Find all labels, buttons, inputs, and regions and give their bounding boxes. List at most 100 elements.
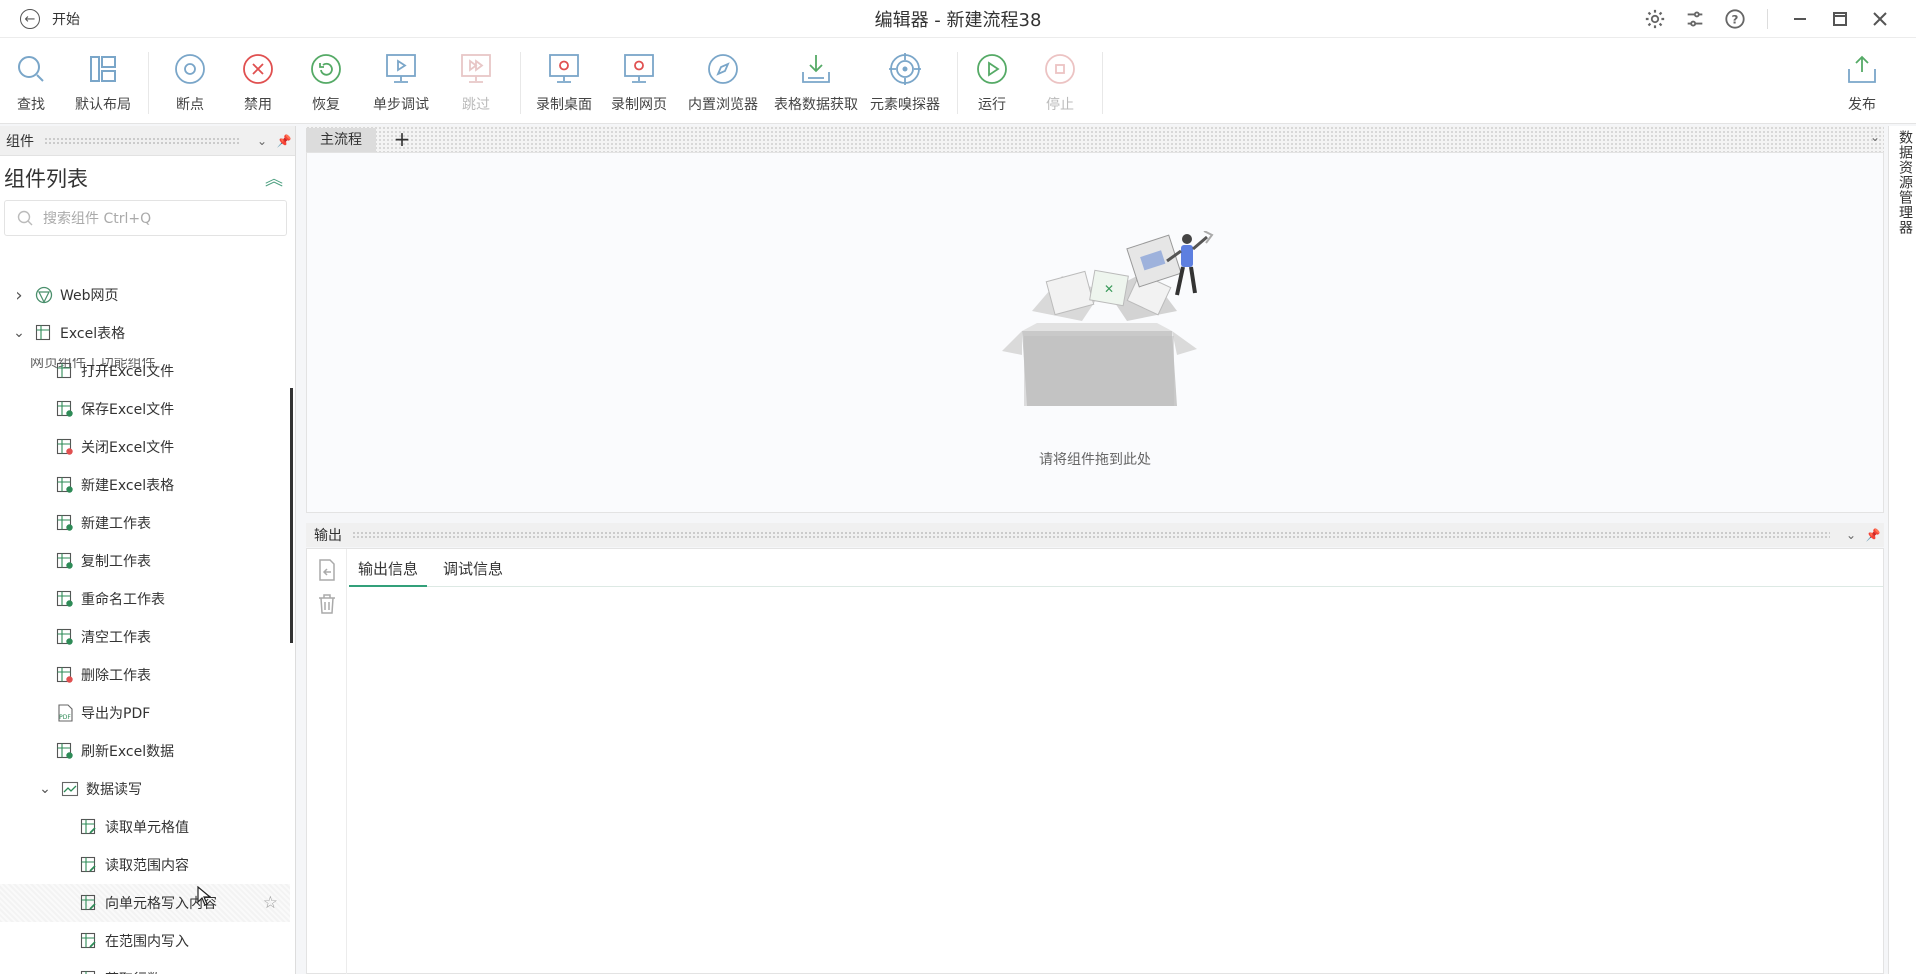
toolbar-publish-button[interactable]: 发布 bbox=[1827, 52, 1897, 114]
tree-item[interactable]: 在范围内写入 bbox=[0, 922, 290, 960]
write-range-icon bbox=[79, 931, 99, 951]
toolbar-record-web-label: 录制网页 bbox=[611, 97, 667, 113]
plugin-icon[interactable] bbox=[1675, 6, 1715, 32]
toolbar-builtin-browser-button[interactable]: 内置浏览器 bbox=[685, 52, 761, 114]
tree-item[interactable]: 获取行数 bbox=[0, 960, 290, 974]
close-icon[interactable] bbox=[1860, 6, 1900, 32]
help-icon[interactable]: ? bbox=[1715, 6, 1755, 32]
tree-item-label: Web网页 bbox=[60, 288, 119, 304]
component-panel-header: 组件 ⌄ 📌 bbox=[0, 126, 295, 156]
toolbar-record-web-button[interactable]: 录制网页 bbox=[604, 52, 674, 114]
toolbar-element-sniffer-button[interactable]: 元素嗅探器 bbox=[865, 52, 945, 114]
data-explorer-sidebar[interactable]: 数据资源管理器 bbox=[1888, 126, 1916, 974]
toolbar-stop-label: 停止 bbox=[1046, 97, 1074, 113]
settings-gear-icon[interactable] bbox=[1635, 6, 1675, 32]
skip-icon bbox=[459, 52, 493, 86]
pin-icon[interactable]: 📌 bbox=[273, 134, 295, 148]
toolbar-skip-button[interactable]: 跳过 bbox=[441, 52, 511, 114]
minimize-icon[interactable] bbox=[1780, 6, 1820, 32]
search-icon bbox=[14, 52, 48, 86]
toolbar-record-desktop-button[interactable]: 录制桌面 bbox=[529, 52, 599, 114]
layout-icon bbox=[86, 52, 120, 86]
data-explorer-label: 数据资源管理器 bbox=[1897, 130, 1913, 235]
chevron-down-icon[interactable]: ⌄ bbox=[1870, 130, 1880, 144]
tab-debug-info[interactable]: 调试信息 bbox=[435, 555, 511, 587]
disable-icon bbox=[241, 52, 275, 86]
toolbar-disable-button[interactable]: 禁用 bbox=[223, 52, 293, 114]
tree-item-label: 导出为PDF bbox=[81, 706, 151, 722]
tree-item[interactable]: 向单元格写入内容 ☆ bbox=[0, 884, 290, 922]
tree-scrollbar[interactable] bbox=[290, 388, 293, 643]
svg-text:?: ? bbox=[1732, 13, 1739, 27]
tree-item[interactable]: 复制工作表 bbox=[0, 542, 290, 580]
tree-item[interactable]: 重命名工作表 bbox=[0, 580, 290, 618]
component-search-input[interactable]: 搜索组件 Ctrl+Q bbox=[4, 200, 287, 236]
trash-icon[interactable] bbox=[317, 593, 337, 615]
component-panel: 组件 ⌄ 📌 组件列表 ︽ 搜索组件 Ctrl+Q 网页组件 | 功能组件 › W… bbox=[0, 126, 296, 974]
flow-canvas[interactable]: ✕ 请将组件拖到此处 bbox=[306, 152, 1884, 513]
tree-item[interactable]: 保存Excel文件 bbox=[0, 390, 290, 428]
tree-item-label: 读取单元格值 bbox=[105, 820, 189, 836]
window-controls-divider bbox=[1767, 9, 1768, 29]
tree-item[interactable]: 刷新Excel数据 bbox=[0, 732, 290, 770]
collapse-up-icon[interactable]: ︽ bbox=[265, 165, 283, 191]
tree-item[interactable]: 新建Excel表格 bbox=[0, 466, 290, 504]
tree-item[interactable]: 新建工作表 bbox=[0, 504, 290, 542]
tab-output-info[interactable]: 输出信息 bbox=[349, 555, 427, 587]
toolbar-run-button[interactable]: 运行 bbox=[957, 52, 1027, 114]
tree-item[interactable]: 关闭Excel文件 bbox=[0, 428, 290, 466]
row-count-icon bbox=[79, 969, 99, 974]
read-cell-icon bbox=[79, 817, 99, 837]
tree-item[interactable]: ⌄ 数据读写 bbox=[0, 770, 290, 808]
toolbar-divider bbox=[148, 52, 149, 114]
tree-item-label: 复制工作表 bbox=[81, 554, 151, 570]
add-tab-button[interactable]: + bbox=[390, 126, 414, 152]
close-excel-icon bbox=[55, 437, 75, 457]
toolbar-default-layout-button[interactable]: 默认布局 bbox=[68, 52, 138, 114]
mouse-cursor-icon bbox=[197, 886, 211, 906]
tree-item[interactable]: ⌄ Excel表格 bbox=[0, 314, 290, 352]
toolbar-step-debug-label: 单步调试 bbox=[373, 97, 429, 113]
toolbar-skip-label: 跳过 bbox=[462, 97, 490, 113]
toolbar-step-debug-button[interactable]: 单步调试 bbox=[366, 52, 436, 114]
chevron-down-icon[interactable]: ⌄ bbox=[1840, 528, 1862, 542]
tree-item[interactable]: 读取单元格值 bbox=[0, 808, 290, 846]
tree-item[interactable]: 删除工作表 bbox=[0, 656, 290, 694]
output-panel: 输出信息 调试信息 bbox=[306, 548, 1884, 974]
refresh-excel-icon bbox=[55, 741, 75, 761]
toolbar-disable-label: 禁用 bbox=[244, 97, 272, 113]
toolbar-stop-button[interactable]: 停止 bbox=[1025, 52, 1095, 114]
chevron-right-icon[interactable]: › bbox=[12, 285, 26, 306]
tree-item-label: 刷新Excel数据 bbox=[81, 744, 175, 760]
tree-item[interactable]: 读取范围内容 bbox=[0, 846, 290, 884]
tree-item[interactable]: 打开Excel文件 bbox=[0, 352, 290, 390]
tab-main-flow[interactable]: 主流程 bbox=[306, 128, 376, 152]
new-excel-icon bbox=[55, 475, 75, 495]
toolbar-search-button[interactable]: 查找 bbox=[0, 52, 66, 114]
pin-icon[interactable]: 📌 bbox=[1862, 528, 1884, 542]
title-bar: ← 开始 编辑器 - 新建流程38 ? bbox=[0, 0, 1916, 38]
tree-item-label: Excel表格 bbox=[60, 326, 126, 342]
stop-icon bbox=[1043, 52, 1077, 86]
tree-item[interactable]: PDF 导出为PDF bbox=[0, 694, 290, 732]
panel-grip[interactable] bbox=[352, 531, 1830, 539]
tree-item[interactable]: 清空工作表 bbox=[0, 618, 290, 656]
toolbar-builtin-browser-label: 内置浏览器 bbox=[688, 97, 758, 113]
tree-item-label: 打开Excel文件 bbox=[81, 364, 175, 380]
excel-icon bbox=[34, 323, 54, 343]
chevron-down-icon[interactable]: ⌄ bbox=[251, 134, 273, 148]
toolbar-default-layout-label: 默认布局 bbox=[75, 97, 131, 113]
tree-item[interactable]: › Web网页 bbox=[0, 276, 290, 314]
tree-item-label: 关闭Excel文件 bbox=[81, 440, 175, 456]
chevron-down-icon[interactable]: ⌄ bbox=[12, 325, 26, 341]
maximize-icon[interactable] bbox=[1820, 6, 1860, 32]
export-log-icon[interactable] bbox=[317, 559, 337, 581]
toolbar-restore-button[interactable]: 恢复 bbox=[291, 52, 361, 114]
toolbar-breakpoint-button[interactable]: 断点 bbox=[155, 52, 225, 114]
panel-grip[interactable] bbox=[44, 136, 241, 145]
chevron-down-icon[interactable]: ⌄ bbox=[38, 781, 52, 797]
restore-icon bbox=[309, 52, 343, 86]
favorite-star-icon[interactable]: ☆ bbox=[263, 893, 278, 913]
run-icon bbox=[975, 52, 1009, 86]
toolbar-table-fetch-button[interactable]: 表格数据获取 bbox=[770, 52, 862, 114]
